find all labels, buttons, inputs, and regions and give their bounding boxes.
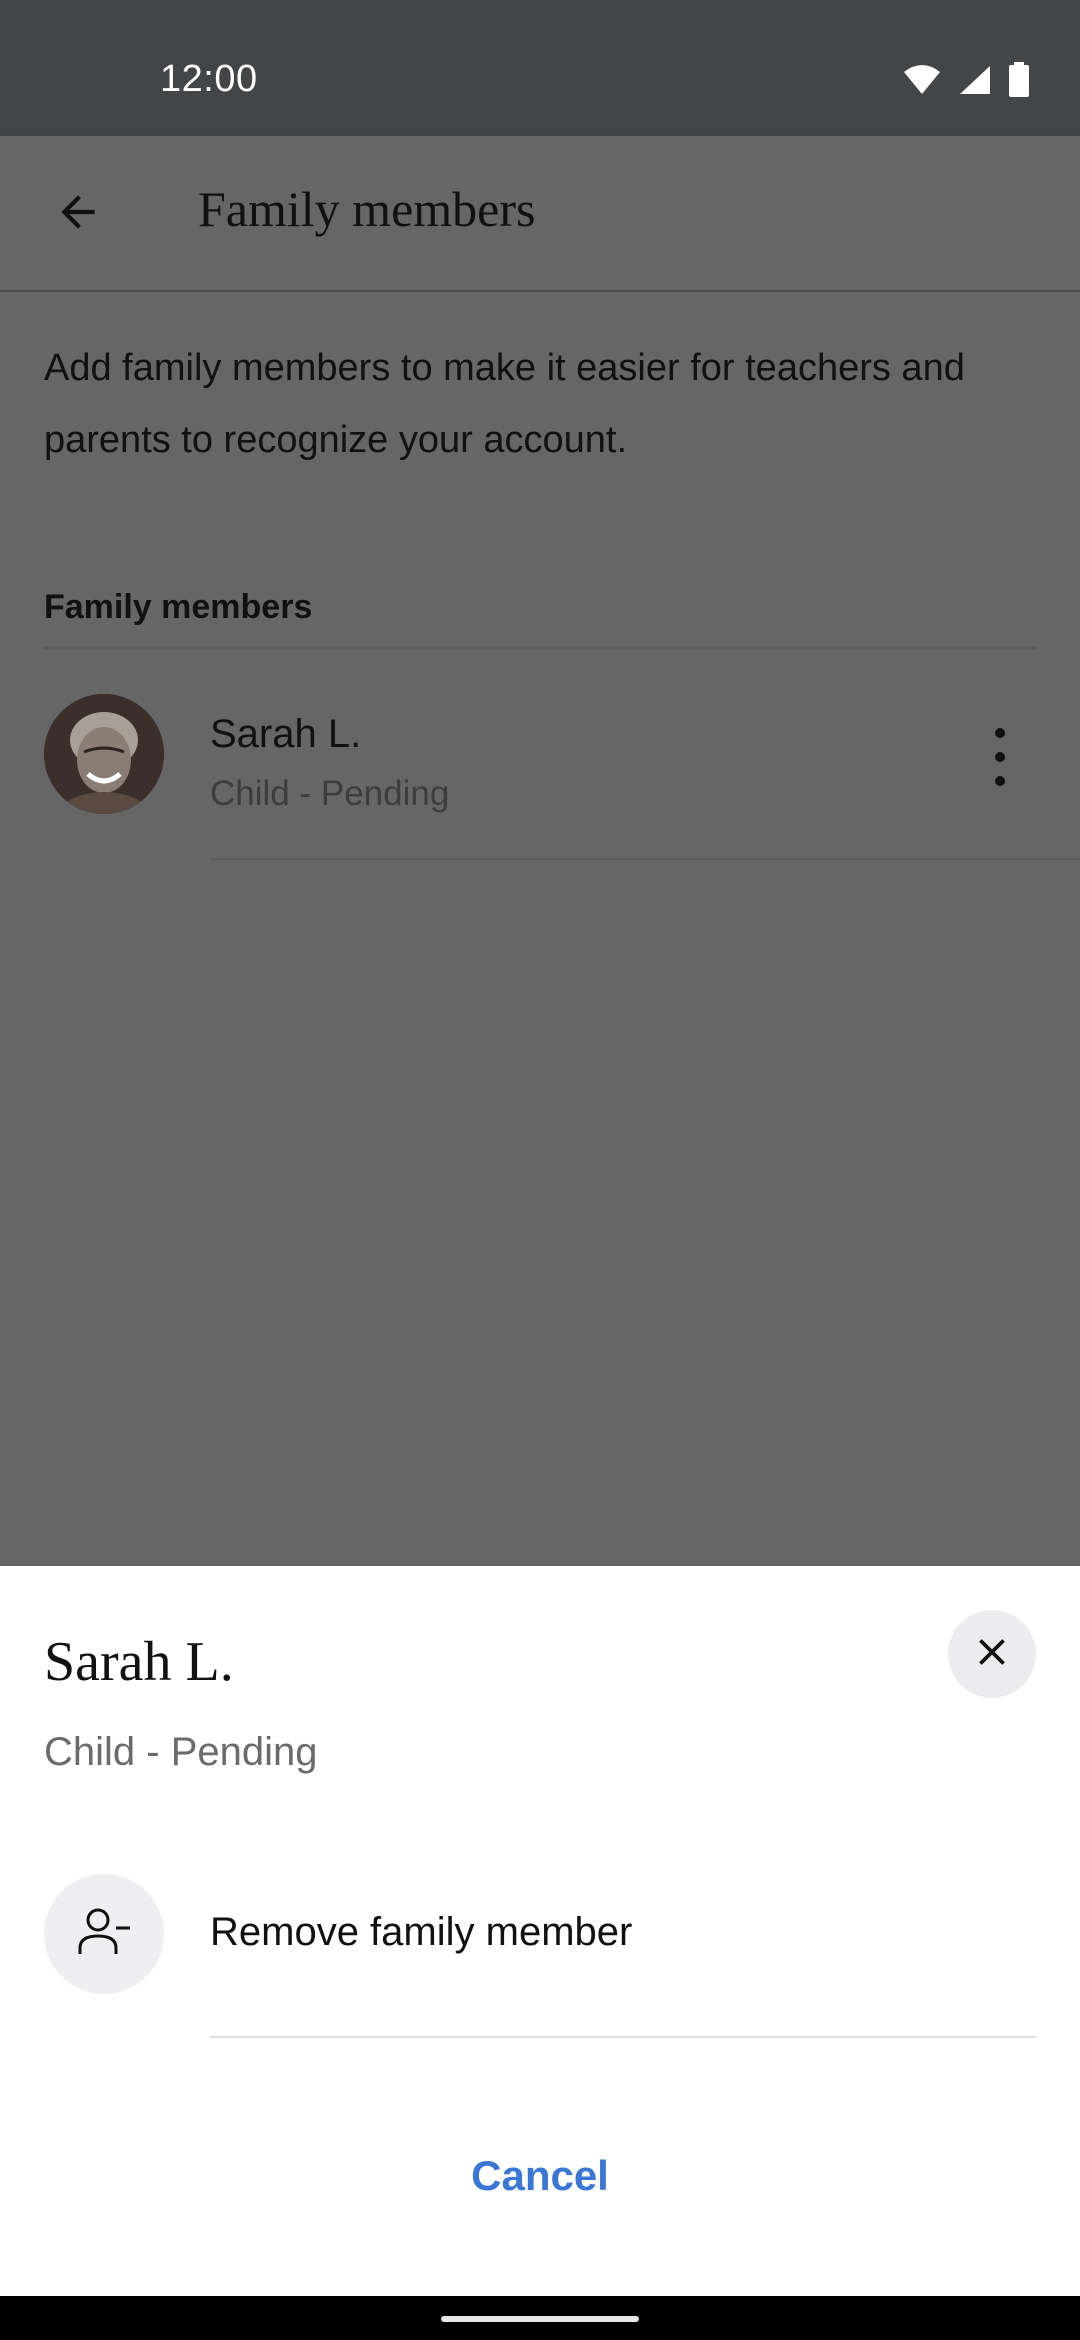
bottom-sheet: Sarah L. Child - Pending Remove family m… [0, 1566, 1080, 2296]
member-row[interactable]: Sarah L. Child - Pending [0, 650, 1080, 860]
battery-icon [1008, 62, 1030, 103]
app-bar: Family members [0, 136, 1080, 292]
close-button[interactable] [948, 1610, 1036, 1698]
avatar [44, 694, 164, 814]
back-button[interactable] [40, 176, 116, 252]
screen: 12:00 Family members Add family members … [0, 0, 1080, 2340]
page-content: Add family members to make it easier for… [0, 292, 1080, 1566]
intro-text: Add family members to make it easier for… [44, 347, 965, 461]
signal-icon [958, 64, 992, 101]
divider [210, 858, 1080, 860]
status-bar: 12:00 [0, 0, 1080, 136]
more-options-button[interactable] [970, 712, 1030, 802]
more-vert-icon [995, 728, 1005, 738]
status-icons [902, 62, 1030, 103]
divider [44, 647, 1036, 649]
page-title: Family members [198, 181, 536, 237]
status-time: 12:00 [160, 58, 258, 100]
remove-family-member-button[interactable]: Remove family member [0, 1872, 1080, 2042]
person-remove-icon [72, 1900, 136, 1969]
wifi-icon [902, 64, 942, 101]
close-icon [970, 1630, 1014, 1679]
home-indicator[interactable] [441, 2316, 639, 2322]
sheet-subtitle: Child - Pending [44, 1730, 318, 1774]
action-label: Remove family member [210, 1910, 633, 1954]
section-header: Family members [44, 588, 313, 626]
divider [210, 2036, 1036, 2038]
sheet-title: Sarah L. [44, 1631, 234, 1693]
cancel-button[interactable]: Cancel [340, 2136, 740, 2216]
arrow-left-icon [53, 187, 103, 242]
member-status: Child - Pending [210, 774, 450, 813]
action-icon-container [44, 1874, 164, 1994]
member-name: Sarah L. [210, 712, 362, 756]
navigation-bar [0, 2296, 1080, 2340]
